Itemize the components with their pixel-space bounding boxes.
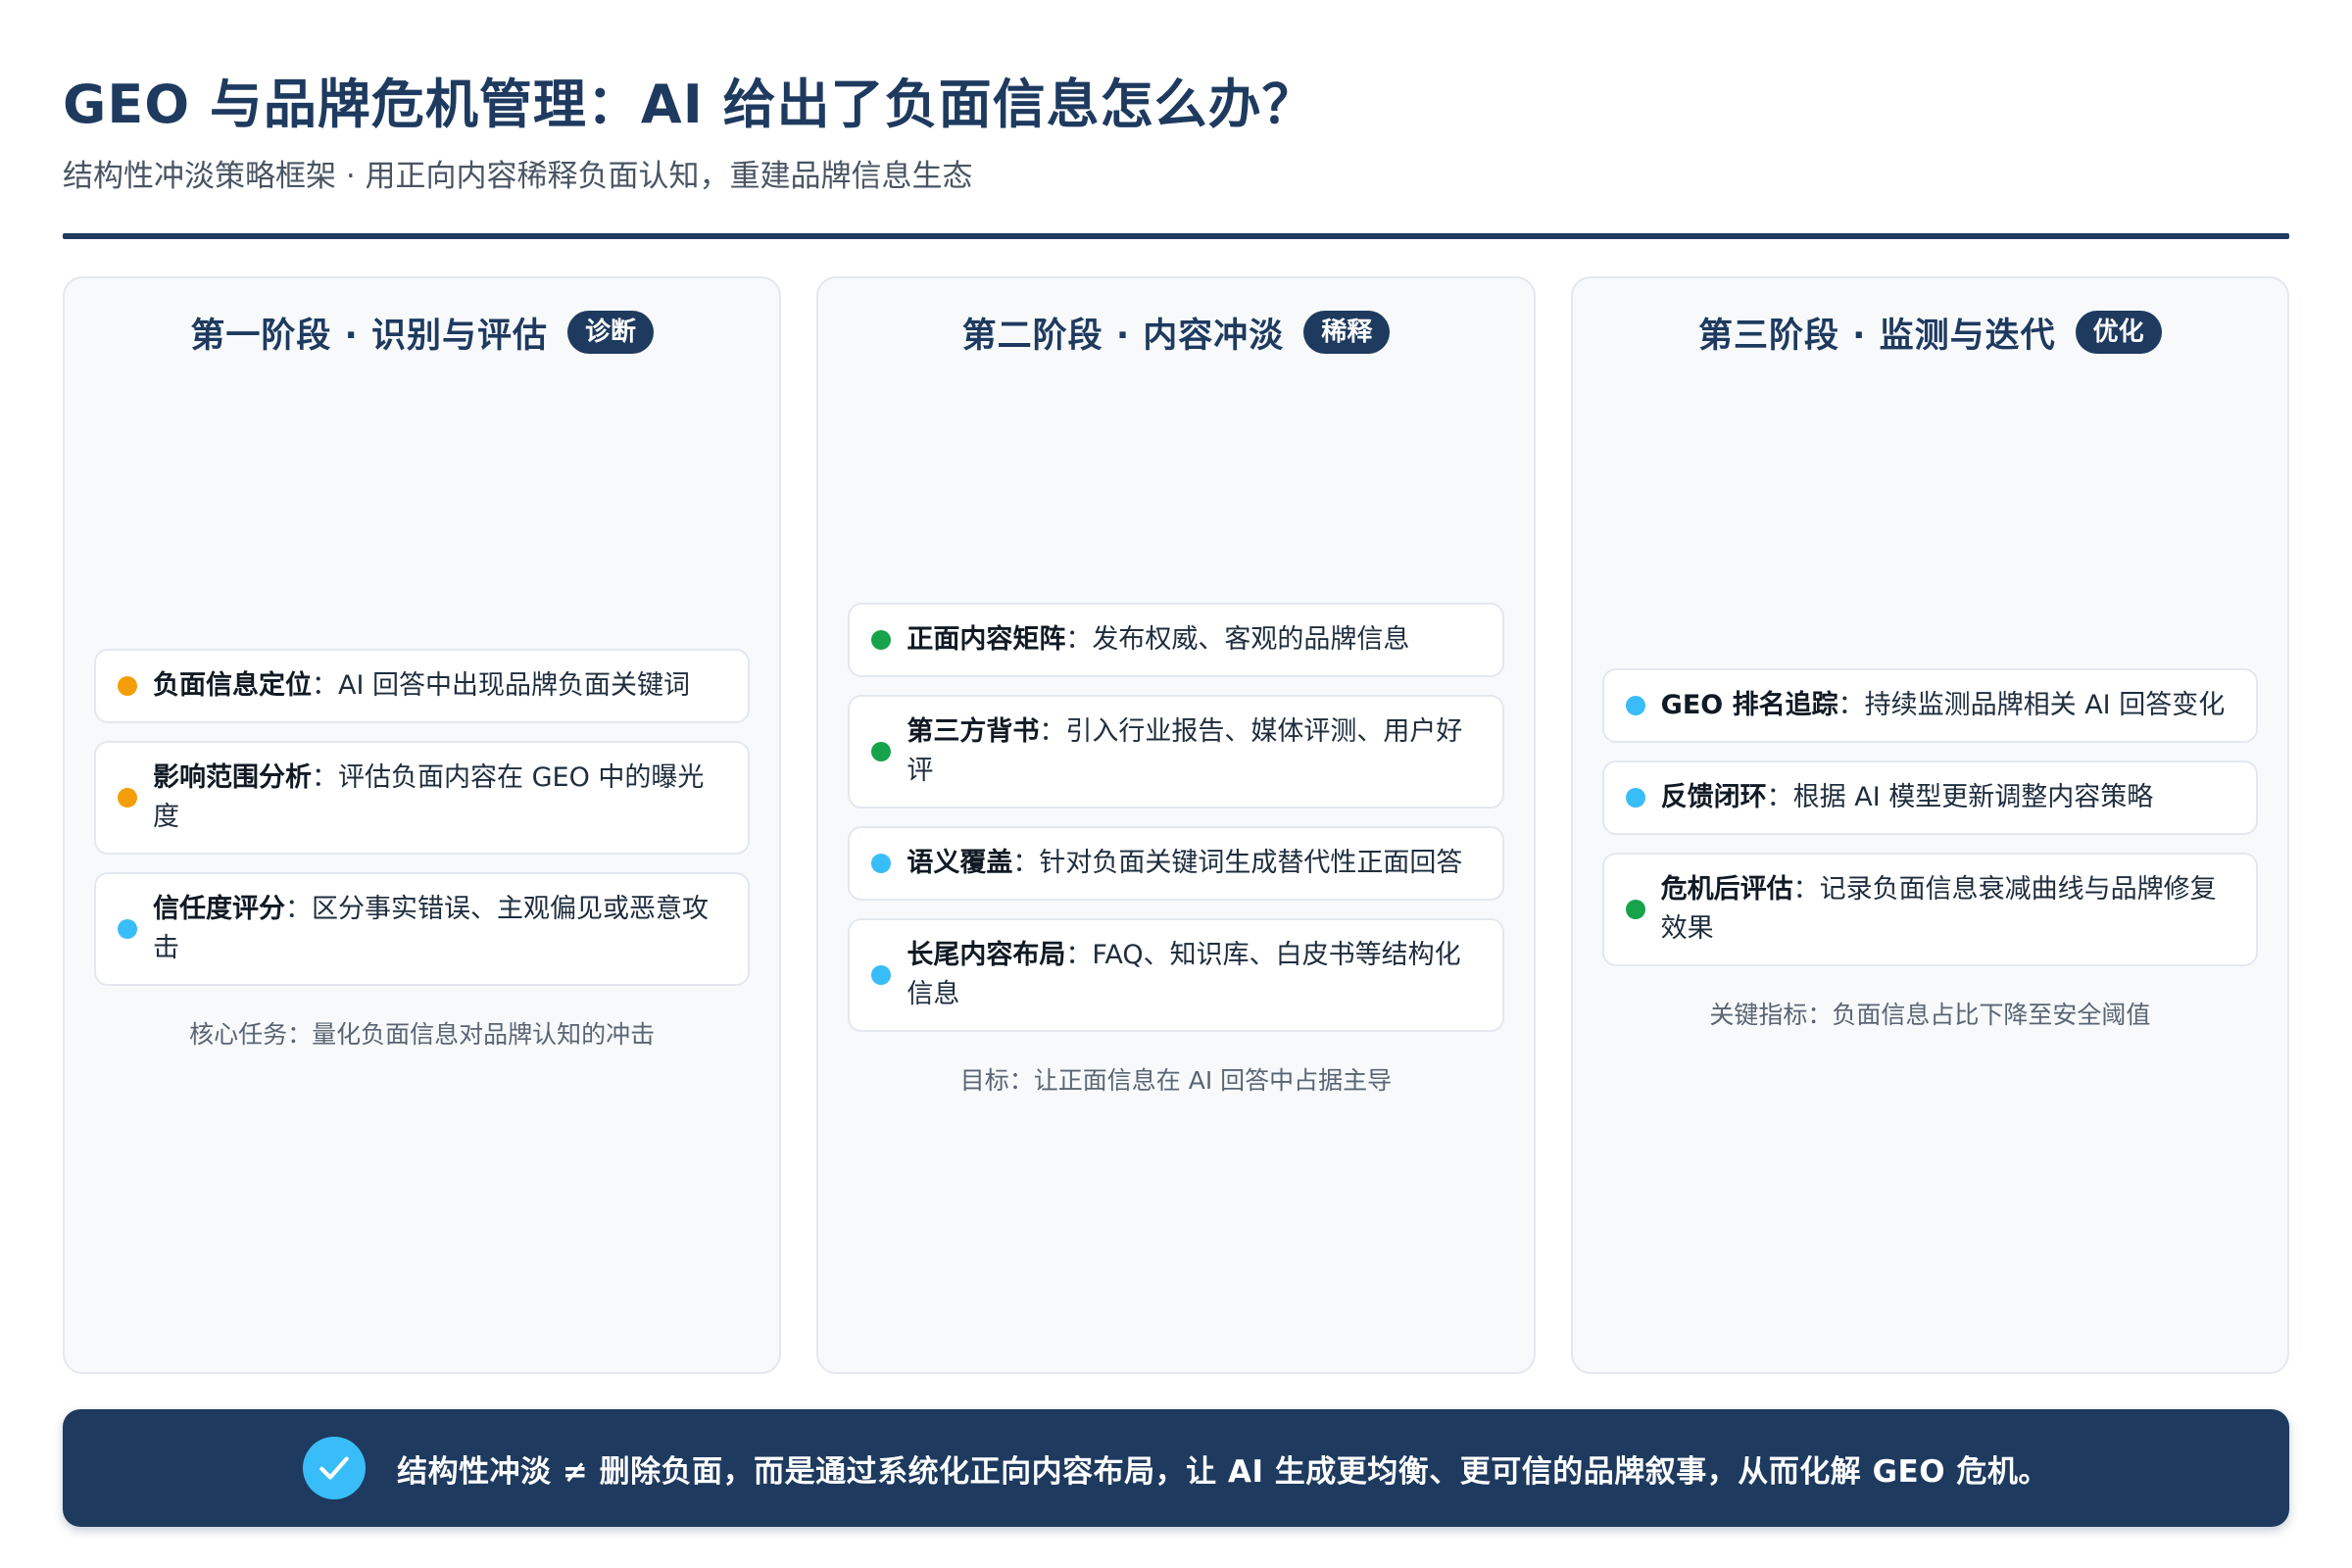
item-label: 危机后评估 xyxy=(1660,874,1793,905)
item-separator: ： xyxy=(1065,624,1093,655)
check-icon xyxy=(303,1437,367,1499)
bullet-dot-icon xyxy=(118,919,137,939)
bullet-dot-icon xyxy=(871,742,892,761)
item-text: 语义覆盖：针对负面关键词生成替代性正面回答 xyxy=(906,844,1462,883)
item-separator: ： xyxy=(1039,716,1066,747)
item-label: 信任度评分 xyxy=(153,894,285,924)
page: GEO 与品牌危机管理：AI 给出了负面信息怎么办？ 结构性冲淡策略框架 · 用… xyxy=(0,0,2352,1568)
bullet-dot-icon xyxy=(1625,900,1645,919)
page-subtitle: 结构性冲淡策略框架 · 用正向内容稀释负面认知，重建品牌信息生态 xyxy=(63,159,973,194)
item-separator: ： xyxy=(1012,848,1040,878)
stage-body: GEO 排名追踪：持续监测品牌相关 AI 回答变化 反馈闭环：根据 AI 模型更… xyxy=(1601,357,2258,1343)
bullet-dot-icon xyxy=(118,676,137,696)
stage-column-2: 第二阶段 · 内容冲淡 稀释 正面内容矩阵：发布权威、客观的品牌信息 第三方背书… xyxy=(816,276,1536,1374)
stage-item: 负面信息定位：AI 回答中出现品牌负面关键词 xyxy=(94,649,751,723)
stage-note: 目标：让正面信息在 AI 回答中占据主导 xyxy=(959,1066,1393,1095)
stage-item: 危机后评估：记录负面信息衰减曲线与品牌修复效果 xyxy=(1601,853,2258,966)
item-separator: ： xyxy=(312,670,338,701)
item-desc: 发布权威、客观的品牌信息 xyxy=(1092,624,1410,655)
stage-item: 长尾内容布局：FAQ、知识库、白皮书等结构化信息 xyxy=(848,918,1504,1032)
item-desc: 根据 AI 模型更新调整内容策略 xyxy=(1792,782,2154,812)
item-separator: ： xyxy=(1766,782,1793,812)
stage-note: 关键指标：负面信息占比下降至安全阈值 xyxy=(1709,1001,2151,1029)
item-text: 信任度评分：区分事实错误、主观偏见或恶意攻击 xyxy=(153,890,726,968)
stage-title: 第三阶段 · 监测与迭代 xyxy=(1697,316,2056,356)
item-text: GEO 排名追踪：持续监测品牌相关 AI 回答变化 xyxy=(1661,686,2226,725)
stage-columns: 第一阶段 · 识别与评估 诊断 负面信息定位：AI 回答中出现品牌负面关键词 影… xyxy=(63,276,2289,1374)
bullet-dot-icon xyxy=(871,630,892,650)
bullet-dot-icon xyxy=(871,854,892,873)
item-label: 第三方背书 xyxy=(906,716,1040,747)
stage-header: 第一阶段 · 识别与评估 诊断 xyxy=(94,308,750,357)
item-desc: AI 回答中出现品牌负面关键词 xyxy=(338,670,691,701)
stage-title: 第二阶段 · 内容冲淡 xyxy=(961,316,1285,356)
item-separator: ： xyxy=(1065,940,1093,970)
bullet-dot-icon xyxy=(1625,788,1645,808)
banner-text: 结构性冲淡 ≠ 删除负面，而是通过系统化正向内容布局，让 AI 生成更均衡、更可… xyxy=(397,1453,2049,1490)
summary-banner: 结构性冲淡 ≠ 删除负面，而是通过系统化正向内容布局，让 AI 生成更均衡、更可… xyxy=(63,1409,2289,1527)
stage-header: 第三阶段 · 监测与迭代 优化 xyxy=(1602,308,2258,357)
stage-item: 语义覆盖：针对负面关键词生成替代性正面回答 xyxy=(848,826,1504,901)
item-text: 长尾内容布局：FAQ、知识库、白皮书等结构化信息 xyxy=(906,936,1480,1014)
item-label: 正面内容矩阵 xyxy=(906,624,1066,655)
stage-badge: 诊断 xyxy=(566,311,654,354)
page-title: GEO 与品牌危机管理：AI 给出了负面信息怎么办？ xyxy=(63,74,1316,135)
item-separator: ： xyxy=(285,894,312,924)
stage-column-3: 第三阶段 · 监测与迭代 优化 GEO 排名追踪：持续监测品牌相关 AI 回答变… xyxy=(1570,276,2289,1374)
item-text: 第三方背书：引入行业报告、媒体评测、用户好评 xyxy=(906,712,1480,791)
item-text: 影响范围分析：评估负面内容在 GEO 中的曝光度 xyxy=(153,759,726,837)
stage-item: 正面内容矩阵：发布权威、客观的品牌信息 xyxy=(848,603,1504,677)
stage-item: 影响范围分析：评估负面内容在 GEO 中的曝光度 xyxy=(94,741,751,855)
checkmark-glyph xyxy=(319,1456,349,1480)
stage-body: 正面内容矩阵：发布权威、客观的品牌信息 第三方背书：引入行业报告、媒体评测、用户… xyxy=(848,357,1504,1343)
item-desc: 针对负面关键词生成替代性正面回答 xyxy=(1039,848,1463,878)
header-divider xyxy=(63,233,2289,239)
bullet-dot-icon xyxy=(1625,696,1645,715)
item-label: 反馈闭环 xyxy=(1660,782,1767,812)
item-text: 危机后评估：记录负面信息衰减曲线与品牌修复效果 xyxy=(1661,870,2234,949)
stage-header: 第二阶段 · 内容冲淡 稀释 xyxy=(848,308,1503,357)
stage-item: 第三方背书：引入行业报告、媒体评测、用户好评 xyxy=(848,695,1504,808)
item-label: GEO 排名追踪 xyxy=(1660,690,1838,720)
bullet-dot-icon xyxy=(871,965,892,985)
stage-title: 第一阶段 · 识别与评估 xyxy=(190,316,548,356)
item-label: 语义覆盖 xyxy=(906,848,1013,878)
stage-body: 负面信息定位：AI 回答中出现品牌负面关键词 影响范围分析：评估负面内容在 GE… xyxy=(94,357,751,1343)
item-separator: ： xyxy=(312,762,338,793)
stage-item: GEO 排名追踪：持续监测品牌相关 AI 回答变化 xyxy=(1601,668,2258,743)
bullet-dot-icon xyxy=(118,788,137,808)
item-label: 负面信息定位 xyxy=(153,670,312,701)
stage-column-1: 第一阶段 · 识别与评估 诊断 负面信息定位：AI 回答中出现品牌负面关键词 影… xyxy=(63,276,782,1374)
stage-badge: 优化 xyxy=(2075,311,2162,354)
item-separator: ： xyxy=(1792,874,1820,905)
item-desc: 持续监测品牌相关 AI 回答变化 xyxy=(1864,690,2226,720)
item-text: 负面信息定位：AI 回答中出现品牌负面关键词 xyxy=(153,666,690,706)
item-separator: ： xyxy=(1838,690,1865,720)
item-text: 反馈闭环：根据 AI 模型更新调整内容策略 xyxy=(1661,778,2154,817)
stage-note: 核心任务：量化负面信息对品牌认知的冲击 xyxy=(189,1020,656,1049)
item-label: 影响范围分析 xyxy=(153,762,312,793)
stage-badge: 稀释 xyxy=(1303,311,1391,354)
item-text: 正面内容矩阵：发布权威、客观的品牌信息 xyxy=(906,620,1409,660)
stage-item: 反馈闭环：根据 AI 模型更新调整内容策略 xyxy=(1601,760,2258,835)
item-label: 长尾内容布局 xyxy=(906,940,1066,970)
stage-item: 信任度评分：区分事实错误、主观偏见或恶意攻击 xyxy=(94,872,751,986)
